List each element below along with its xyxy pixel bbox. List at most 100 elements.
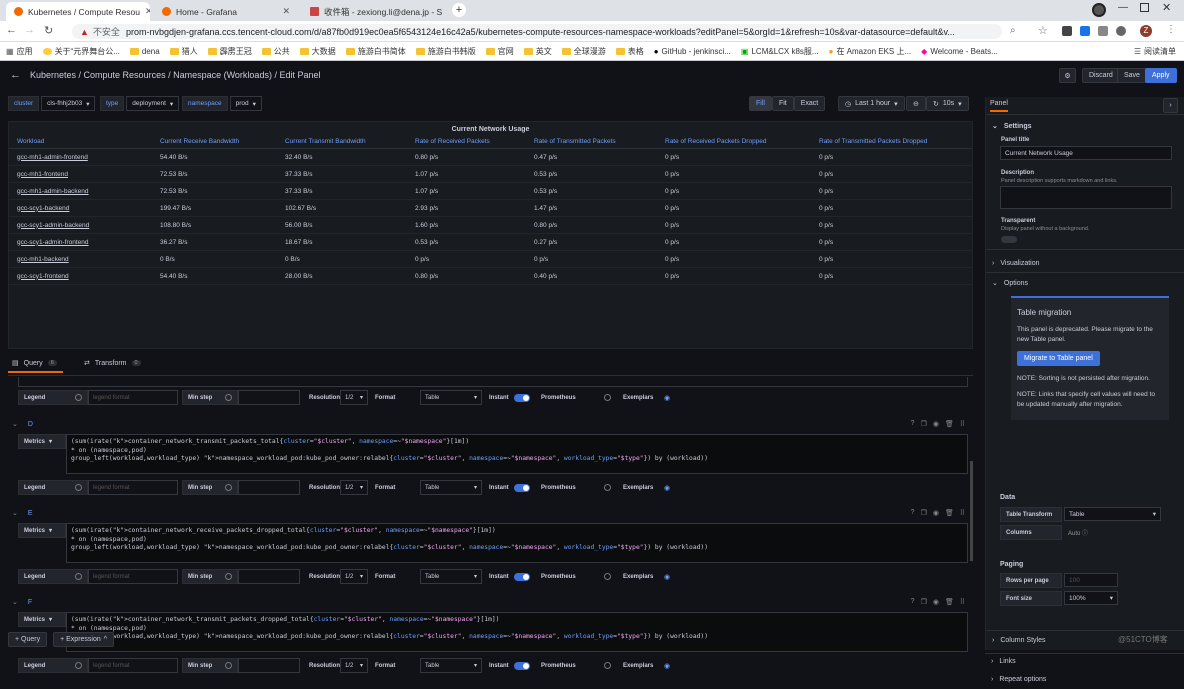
back-arrow-icon[interactable]: ← — [10, 69, 21, 81]
close-icon[interactable]: ✕ — [145, 6, 150, 17]
query-row-header[interactable]: ⌄ E? ❐ ◉ 🗑 ⠿ — [8, 506, 973, 520]
format-select[interactable]: Table ▾ — [420, 658, 482, 673]
close-icon[interactable]: ✕ — [282, 6, 290, 17]
rows-per-page-input[interactable]: 100 — [1064, 573, 1118, 587]
column-header[interactable]: Rate of Received Packets — [407, 135, 526, 149]
discard-button[interactable]: Discard — [1082, 68, 1120, 83]
zoom-icon[interactable]: ⌕ — [1010, 25, 1016, 36]
bookmark-folder[interactable]: 全球漫游 — [561, 46, 606, 57]
instant-toggle[interactable] — [514, 661, 530, 670]
transparent-toggle[interactable] — [1001, 236, 1017, 243]
query-row-header[interactable]: ⌄ D? ❐ ◉ 🗑 ⠿ — [8, 417, 973, 431]
extension-icon[interactable] — [1116, 26, 1126, 36]
type-select[interactable]: deployment ▾ — [126, 96, 180, 111]
description-textarea[interactable] — [1000, 186, 1172, 209]
column-header[interactable]: Current Transmit Bandwidth — [277, 135, 407, 149]
resolution-select[interactable]: 1/2 ▾ — [340, 658, 368, 673]
eye-icon[interactable]: ◉ — [933, 598, 939, 606]
resolution-select[interactable]: 1/2 ▾ — [340, 390, 368, 405]
bookmark-folder[interactable]: 施游白书简体 — [345, 46, 406, 57]
table-transform-select[interactable]: Table ▾ — [1064, 507, 1161, 521]
bookmark-folder[interactable]: 施游白书韩版 — [415, 46, 476, 57]
settings-section[interactable]: ⌄ Settings — [986, 122, 1032, 131]
query-ref-id[interactable]: F — [28, 599, 32, 606]
help-icon[interactable]: ? — [911, 598, 915, 606]
query-ref-id[interactable]: E — [28, 510, 33, 517]
browser-tab[interactable]: Home - Grafana ✕ — [154, 2, 298, 21]
min-step-input[interactable] — [238, 390, 300, 405]
bookmark-folder[interactable]: 表格 — [615, 46, 644, 57]
trash-icon[interactable]: 🗑 — [945, 598, 954, 606]
format-select[interactable]: Table ▾ — [420, 390, 482, 405]
cluster-select[interactable]: cls-fhhj2b03 ▾ — [41, 96, 96, 111]
bookmark-star-icon[interactable]: ☆ — [1038, 24, 1048, 37]
bookmark[interactable]: 关于“元界舞台公... — [42, 46, 120, 57]
avatar[interactable]: Z — [1140, 25, 1152, 37]
browser-tab[interactable]: 收件箱 - zexiong.li@dena.jp - S ✕ — [302, 2, 446, 21]
min-step-input[interactable] — [238, 569, 300, 584]
workload-link[interactable]: gcc-mh1-backend — [9, 250, 152, 268]
scrollbar[interactable] — [970, 461, 973, 561]
query-code-input[interactable]: (sum(irate("k">container_network_receive… — [66, 523, 968, 563]
bookmark-reading-list[interactable]: ☰ 阅读清单 — [1134, 46, 1184, 57]
profile-icon[interactable] — [1092, 3, 1106, 17]
new-tab-button[interactable]: + — [452, 3, 466, 17]
column-styles-section[interactable]: › Column Styles — [986, 637, 1045, 644]
metrics-browser-button[interactable]: Metrics ▾ — [18, 434, 66, 449]
eye-icon[interactable]: ◉ — [664, 573, 670, 581]
bookmark-folder[interactable]: 霹雳王冠 — [207, 46, 252, 57]
links-section[interactable]: › Links — [985, 658, 1016, 665]
extension-icon[interactable] — [1080, 26, 1090, 36]
eye-icon[interactable]: ◉ — [933, 420, 939, 428]
bookmark[interactable]: ● GitHub - jenkinsci... — [654, 47, 731, 56]
fit-button[interactable]: Fit — [771, 96, 794, 111]
extension-icon[interactable] — [1062, 26, 1072, 36]
tab-transform[interactable]: ⇄ Transform 0 — [84, 359, 141, 367]
bookmark-folder[interactable]: 官网 — [485, 46, 514, 57]
columns-value[interactable]: Auto ⓘ — [1068, 528, 1088, 537]
menu-icon[interactable]: ⋮ — [1166, 24, 1176, 35]
instant-toggle[interactable] — [514, 483, 530, 492]
visualization-section[interactable]: › Visualization — [986, 260, 1040, 267]
help-icon[interactable]: ? — [911, 420, 915, 428]
workload-link[interactable]: gcc-mh1-admin-frontend — [9, 148, 152, 166]
tab-query[interactable]: ▤ Query 6 — [8, 359, 63, 373]
browser-tab-active[interactable]: Kubernetes / Compute Resou ✕ — [6, 2, 150, 21]
metrics-browser-button[interactable]: Metrics ▾ — [18, 612, 66, 627]
drag-handle-icon[interactable]: ⠿ — [960, 509, 965, 517]
back-icon[interactable]: ← — [6, 24, 17, 36]
refresh-picker[interactable]: ↻ 10s ▾ — [926, 96, 969, 111]
workload-link[interactable]: gcc-mh1-admin-backend — [9, 182, 152, 200]
column-header[interactable]: Rate of Transmitted Packets — [526, 135, 657, 149]
drag-handle-icon[interactable]: ⠿ — [960, 598, 965, 606]
column-header[interactable]: Workload — [9, 135, 152, 149]
bookmark-folder[interactable]: 公共 — [261, 46, 290, 57]
query-row-header[interactable]: ⌄ F? ❐ ◉ 🗑 ⠿ — [8, 595, 973, 609]
time-picker[interactable]: ◷ Last 1 hour ▾ — [838, 96, 905, 111]
chevron-down-icon[interactable]: ⌄ — [12, 420, 18, 428]
legend-input[interactable]: legend format — [88, 390, 178, 405]
bookmark[interactable]: ◆ Welcome - Beats... — [921, 47, 998, 56]
workload-link[interactable]: gcc-scy1-backend — [9, 199, 152, 217]
workload-link[interactable]: gcc-scy1-admin-frontend — [9, 233, 152, 251]
drag-handle-icon[interactable]: ⠿ — [960, 420, 965, 428]
apply-button[interactable]: Apply — [1145, 68, 1177, 83]
eye-icon[interactable]: ◉ — [933, 509, 939, 517]
add-expression-button[interactable]: + Expression ^ — [53, 632, 115, 647]
extension-icon[interactable] — [1098, 26, 1108, 36]
workload-link[interactable]: gcc-scy1-frontend — [9, 267, 152, 285]
bookmark-folder[interactable]: 英文 — [523, 46, 552, 57]
duplicate-icon[interactable]: ❐ — [921, 598, 927, 606]
bookmark[interactable]: ● 在 Amazon EKS 上... — [829, 46, 912, 57]
namespace-select[interactable]: prod ▾ — [229, 96, 262, 111]
panel-title-input[interactable]: Current Network Usage — [1000, 146, 1172, 160]
trash-icon[interactable]: 🗑 — [945, 509, 954, 517]
gear-button[interactable]: ⚙ — [1059, 68, 1076, 83]
exact-button[interactable]: Exact — [793, 96, 826, 111]
query-ref-id[interactable]: D — [28, 421, 33, 428]
trash-icon[interactable]: 🗑 — [945, 420, 954, 428]
legend-input[interactable]: legend format — [88, 658, 178, 673]
repeat-options-section[interactable]: › Repeat options — [985, 676, 1046, 683]
bookmark[interactable]: ▣ LCM&LCX k8s服... — [741, 46, 819, 57]
options-section[interactable]: ⌄ Options — [986, 279, 1028, 288]
